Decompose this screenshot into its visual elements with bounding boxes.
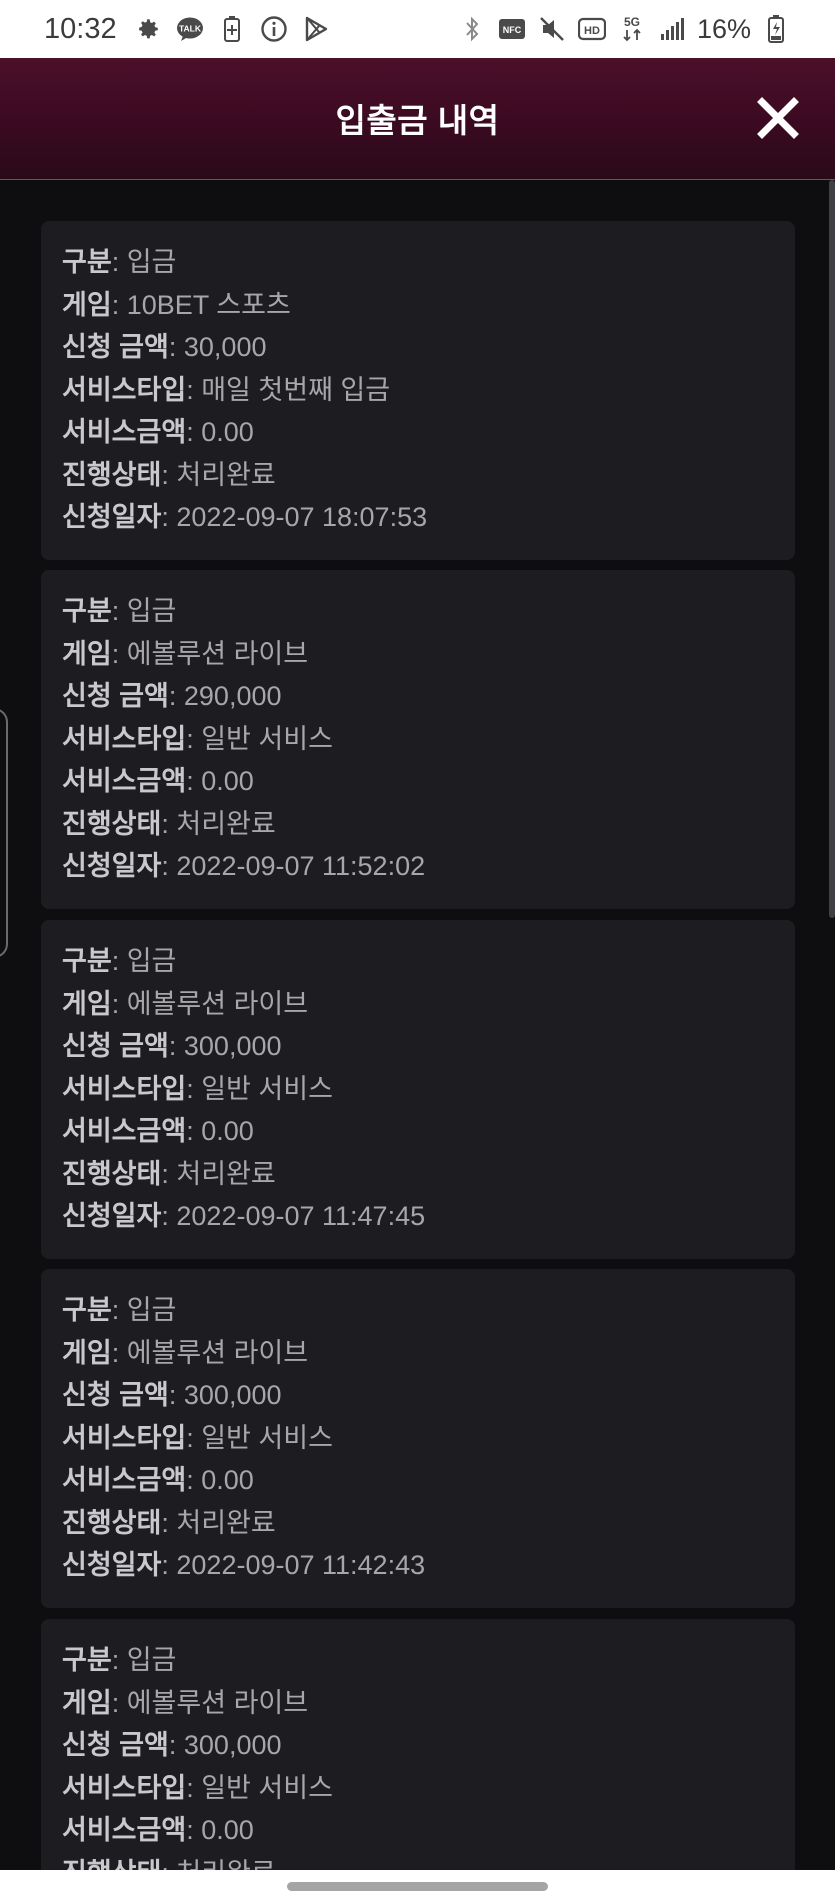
row-service-type: 서비스타입: 일반 서비스 bbox=[62, 723, 333, 754]
row-status: 진행상태: 처리완료 bbox=[62, 808, 276, 839]
row-type: 구분: 입금 bbox=[62, 596, 177, 626]
row-date: 신청일자: 2022-09-07 11:42:43 bbox=[62, 1550, 426, 1580]
row-amount: 신청 금액: 300,000 bbox=[62, 1031, 282, 1061]
close-icon bbox=[757, 97, 799, 139]
battery-percent: 16% bbox=[696, 13, 751, 44]
battery-saver-icon bbox=[217, 14, 247, 44]
navigation-bar bbox=[0, 1870, 835, 1902]
row-type: 구분: 입금 bbox=[62, 946, 177, 976]
transaction-card: 구분: 입금 게임: 에볼루션 라이브 신청 금액: 300,000 서비스타입… bbox=[41, 1619, 795, 1870]
row-service-type: 서비스타입: 매일 첫번째 입금 bbox=[62, 374, 391, 405]
info-icon bbox=[259, 14, 289, 44]
row-status: 진행상태: 처리완료 bbox=[62, 459, 276, 490]
kakaotalk-icon: TALK bbox=[175, 14, 205, 44]
row-amount: 신청 금액: 300,000 bbox=[62, 1730, 282, 1760]
5g-icon: 5G bbox=[617, 14, 647, 44]
row-service-amount: 서비스금액: 0.00 bbox=[62, 766, 254, 796]
scrollbar[interactable] bbox=[829, 180, 835, 918]
page-header: 입출금 내역 bbox=[0, 58, 835, 180]
page-title: 입출금 내역 bbox=[335, 102, 500, 139]
row-service-amount: 서비스금액: 0.00 bbox=[62, 1465, 254, 1495]
row-amount: 신청 금액: 290,000 bbox=[62, 681, 282, 711]
row-amount: 신청 금액: 300,000 bbox=[62, 1380, 282, 1410]
status-bar-right: NFC HD 5G 16% bbox=[457, 14, 791, 45]
row-type: 구분: 입금 bbox=[62, 1295, 177, 1325]
row-game: 게임: 10BET 스포츠 bbox=[62, 289, 291, 320]
kakaotalk-icon-label: TALK bbox=[179, 24, 202, 34]
row-game: 게임: 에볼루션 라이브 bbox=[62, 1687, 309, 1718]
gear-icon bbox=[133, 14, 163, 44]
status-bar: 10:32 TALK NFC HD 5G 16% bbox=[0, 0, 835, 58]
row-status: 진행상태: 처리완료 bbox=[62, 1852, 795, 1871]
row-amount: 신청 금액: 30,000 bbox=[62, 332, 267, 362]
row-game: 게임: 에볼루션 라이브 bbox=[62, 638, 309, 669]
row-date: 신청일자: 2022-09-07 11:47:45 bbox=[62, 1201, 426, 1231]
row-status: 진행상태: 처리완료 bbox=[62, 1158, 276, 1189]
row-service-type: 서비스타입: 일반 서비스 bbox=[62, 1772, 333, 1803]
row-service-amount: 서비스금액: 0.00 bbox=[62, 417, 254, 447]
row-date: 신청일자: 2022-09-07 18:07:53 bbox=[62, 502, 428, 532]
transaction-card: 구분: 입금 게임: 에볼루션 라이브 신청 금액: 300,000 서비스타입… bbox=[41, 920, 795, 1259]
nfc-icon-label: NFC bbox=[503, 25, 522, 35]
edge-panel-handle[interactable] bbox=[0, 708, 8, 958]
5g-icon-label: 5G bbox=[624, 15, 640, 29]
signal-icon bbox=[657, 14, 687, 44]
row-game: 게임: 에볼루션 라이브 bbox=[62, 1337, 309, 1368]
transaction-card: 구분: 입금 게임: 에볼루션 라이브 신청 금액: 300,000 서비스타입… bbox=[41, 1269, 795, 1608]
transaction-card: 구분: 입금 게임: 에볼루션 라이브 신청 금액: 290,000 서비스타입… bbox=[41, 570, 795, 909]
row-status: 진행상태: 처리완료 bbox=[62, 1507, 276, 1538]
play-store-icon bbox=[301, 14, 331, 44]
row-date: 신청일자: 2022-09-07 11:52:02 bbox=[62, 851, 426, 881]
row-type: 구분: 입금 bbox=[62, 247, 177, 277]
mute-icon bbox=[537, 14, 567, 44]
row-service-amount: 서비스금액: 0.00 bbox=[62, 1815, 254, 1845]
hd-icon: HD bbox=[577, 14, 607, 44]
battery-icon bbox=[761, 14, 791, 44]
transaction-list[interactable]: 구분: 입금 게임: 10BET 스포츠 신청 금액: 30,000 서비스타입… bbox=[0, 180, 835, 1870]
hd-icon-label: HD bbox=[584, 25, 600, 37]
bluetooth-icon bbox=[457, 14, 487, 44]
row-service-type: 서비스타입: 일반 서비스 bbox=[62, 1073, 333, 1104]
transaction-card: 구분: 입금 게임: 10BET 스포츠 신청 금액: 30,000 서비스타입… bbox=[41, 221, 795, 560]
status-bar-left: 10:32 TALK bbox=[44, 13, 331, 46]
home-gesture-handle[interactable] bbox=[287, 1882, 548, 1891]
close-button[interactable] bbox=[755, 95, 801, 141]
row-service-type: 서비스타입: 일반 서비스 bbox=[62, 1422, 333, 1453]
nfc-icon: NFC bbox=[497, 14, 527, 44]
status-time: 10:32 bbox=[44, 12, 117, 45]
row-type: 구분: 입금 bbox=[62, 1645, 177, 1675]
row-service-amount: 서비스금액: 0.00 bbox=[62, 1116, 254, 1146]
row-game: 게임: 에볼루션 라이브 bbox=[62, 988, 309, 1019]
